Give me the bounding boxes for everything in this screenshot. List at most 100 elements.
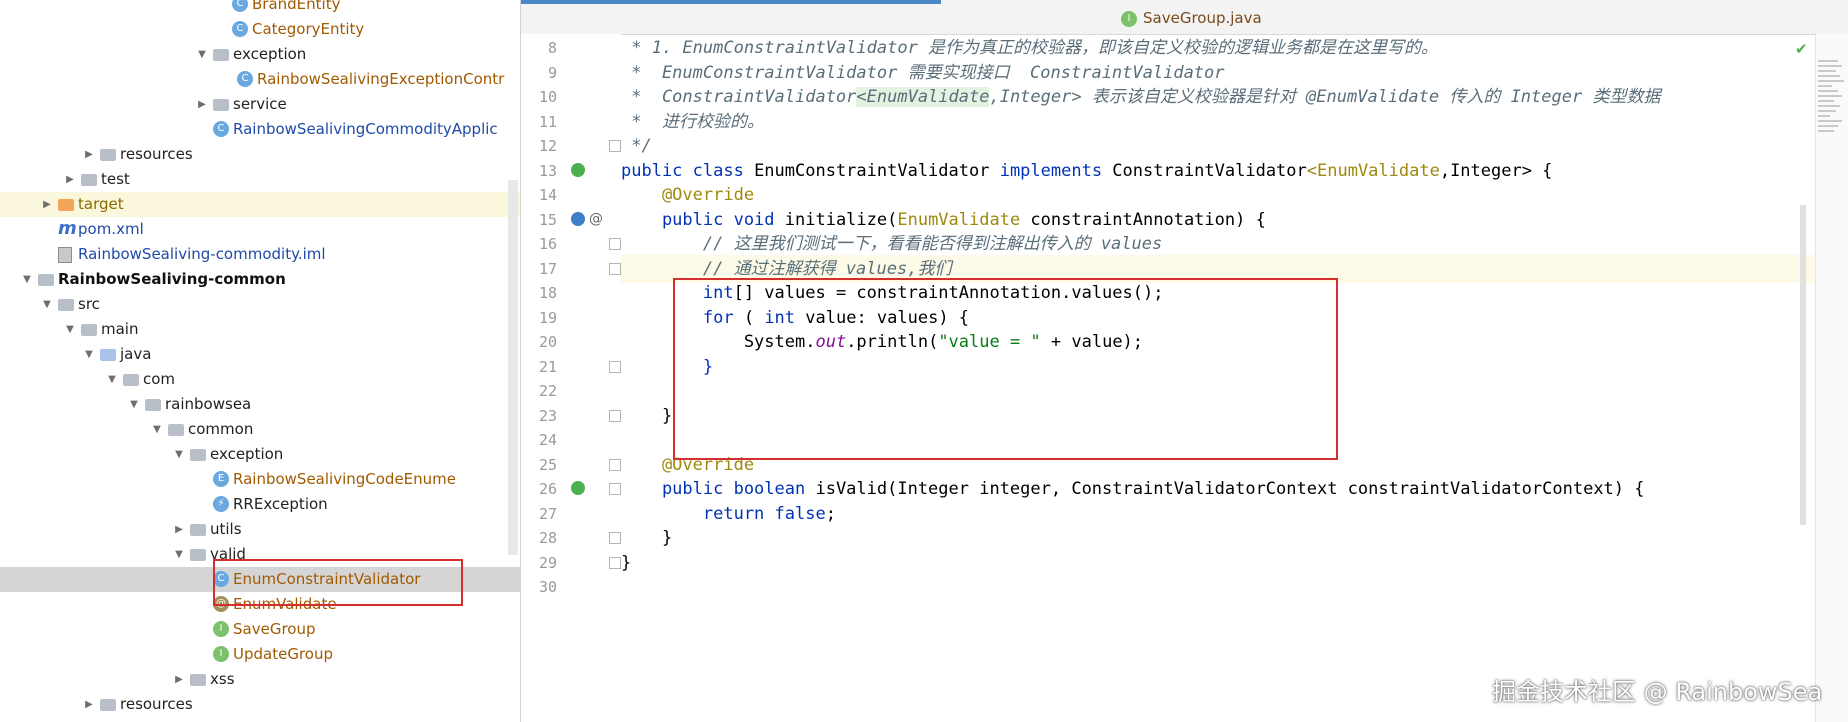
collapse-arrow-icon[interactable]: ▶ [63,167,77,192]
fold-marker-icon[interactable] [609,360,621,373]
minimap-line [1818,60,1838,62]
tree-item[interactable]: ▶ utils [0,517,520,542]
collapse-arrow-icon[interactable]: ▶ [172,667,186,692]
folder-icon [58,299,74,311]
expand-arrow-icon[interactable]: ▼ [150,417,164,442]
tree-item-label: resources [120,145,193,163]
enum-icon: E [213,471,229,487]
tree-item-label: RainbowSealiving-common [58,270,286,288]
annotation-gutter-icon[interactable]: @ [589,212,603,226]
minimap-line [1818,105,1840,107]
tree-item[interactable]: ▼ rainbowsea [0,392,520,417]
fold-marker-icon[interactable] [609,556,621,569]
tree-scrollbar[interactable] [508,180,518,555]
fold-marker-icon[interactable] [609,262,621,275]
tree-item[interactable]: C RainbowSealivingCommodityApplic [0,117,520,142]
minimap-line [1818,125,1838,127]
tree-item[interactable]: C BrandEntity [0,0,520,17]
tree-item[interactable]: ▼ main [0,317,520,342]
tree-item-label: com [143,370,176,388]
editor-scrollbar[interactable] [1800,205,1806,525]
tree-item[interactable]: ▼ src [0,292,520,317]
minimap-line [1818,130,1834,132]
tree-item[interactable]: ▶ target [0,192,520,217]
minimap-line [1818,65,1842,67]
expand-arrow-icon[interactable]: ▼ [172,442,186,467]
expand-arrow-icon[interactable]: ▼ [195,42,209,67]
tree-item[interactable]: ⚡ RRException [0,492,520,517]
tree-item[interactable]: ▶ test [0,167,520,192]
collapse-arrow-icon[interactable]: ▶ [82,142,96,167]
fold-marker-icon[interactable] [609,140,621,152]
line-gutter: 8 9 10 11 12 13 14 15 16 17 18 19 20 21 22 23 24 25 26 27 28… [521,34,621,722]
tree-item-label: CategoryEntity [252,20,365,38]
minimap-line [1818,120,1842,122]
project-tree[interactable]: C BrandEntity C CategoryEntity ▼ exception C Ra… [0,0,521,722]
tree-item[interactable]: ▶ xss [0,667,520,692]
tree-item-label: pom.xml [78,220,144,238]
tree-item-label: utils [210,520,242,538]
expand-arrow-icon[interactable]: ▼ [40,292,54,317]
override-gutter-icon[interactable] [571,211,585,226]
implements-method-gutter-icon[interactable] [571,481,585,495]
tab-savegroup[interactable]: I SaveGroup.java [1121,7,1262,29]
tree-item-label: common [188,420,254,438]
fold-marker-icon[interactable] [609,409,621,422]
code-highlight-box [673,278,1338,460]
tree-item-label: RainbowSealivingExceptionContr [257,70,505,88]
tree-item[interactable]: C CategoryEntity [0,17,520,42]
tree-item-label: SaveGroup [233,620,316,638]
tree-item[interactable]: ▼ exception [0,442,520,467]
folder-icon [168,424,184,436]
tree-item-label: exception [210,445,284,463]
class-icon: C [237,71,253,87]
editor-markers-strip [1815,34,1848,722]
tree-item[interactable]: I SaveGroup [0,617,520,642]
expand-arrow-icon[interactable]: ▼ [105,367,119,392]
tree-item[interactable]: ▼ exception [0,42,520,67]
tree-item-label: rainbowsea [165,395,252,413]
watermark: 掘金技术社区 @ RainbowSea [1492,678,1823,706]
folder-icon [100,699,116,711]
inspection-ok-icon[interactable]: ✔ [1795,40,1808,58]
tree-item-label: target [78,195,124,213]
tree-item[interactable]: ▶ resources [0,142,520,167]
collapse-arrow-icon[interactable]: ▶ [40,192,54,217]
minimap-line [1818,85,1832,87]
tree-item[interactable]: ▼ com [0,367,520,392]
tree-item[interactable]: ▶ resources [0,692,520,717]
tree-item-label: RainbowSealivingCodeEnume [233,470,457,488]
fold-marker-icon[interactable] [609,532,621,544]
tree-item[interactable]: ▼ RainbowSealiving-common [0,267,520,292]
implements-gutter-icon[interactable] [571,162,585,177]
tree-item[interactable]: ▼ common [0,417,520,442]
fold-marker-icon[interactable] [609,483,621,495]
editor-tab-bar: I SaveGroup.java [521,0,1848,35]
collapse-arrow-icon[interactable]: ▶ [172,517,186,542]
exception-class-icon: ⚡ [213,496,229,512]
tree-item-label: exception [233,45,307,63]
tree-item[interactable]: C RainbowSealivingExceptionContr [0,67,520,92]
folder-icon [123,374,139,386]
collapse-arrow-icon[interactable]: ▶ [82,692,96,717]
expand-arrow-icon[interactable]: ▼ [172,542,186,567]
folder-icon [213,99,229,111]
expand-arrow-icon[interactable]: ▼ [63,317,77,342]
tree-item[interactable]: RainbowSealiving-commodity.iml [0,242,520,267]
tree-item[interactable]: m pom.xml [0,217,520,242]
tree-item[interactable]: I UpdateGroup [0,642,520,667]
fold-marker-icon[interactable] [609,238,621,250]
tree-item-label: xss [210,670,235,688]
folder-icon [38,274,54,286]
source-folder-icon [100,349,116,361]
tree-item[interactable]: ▶ service [0,92,520,117]
tree-item[interactable]: ▼ java [0,342,520,367]
tree-item-label: service [233,95,287,113]
expand-arrow-icon[interactable]: ▼ [127,392,141,417]
tree-item[interactable]: E RainbowSealivingCodeEnume [0,467,520,492]
class-icon: C [232,0,248,12]
collapse-arrow-icon[interactable]: ▶ [195,92,209,117]
fold-marker-icon[interactable] [609,458,621,471]
expand-arrow-icon[interactable]: ▼ [20,267,34,292]
expand-arrow-icon[interactable]: ▼ [82,342,96,367]
